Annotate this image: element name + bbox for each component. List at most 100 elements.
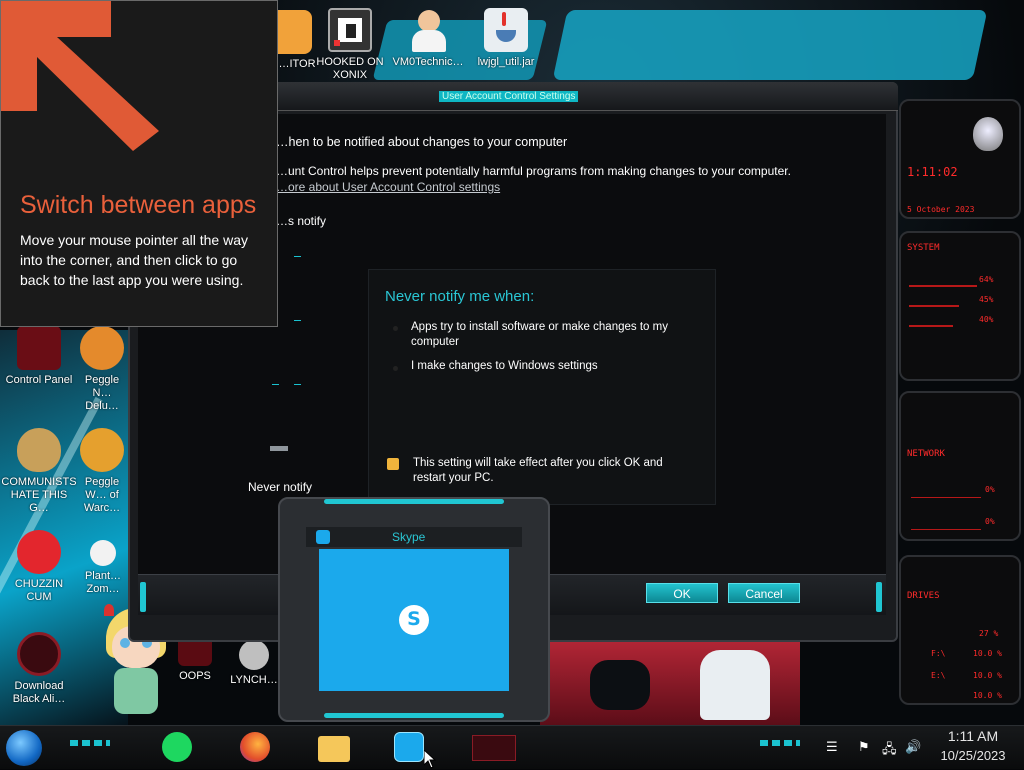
cancel-button[interactable]: Cancel [728,583,800,603]
e-drive-label: E:\ [931,671,946,680]
desktop-icon-label: LYNCH… [230,674,278,686]
taskbar-accent [70,740,110,746]
slider-top-label: …s notify [276,214,327,228]
volume-icon[interactable]: 🔊 [905,740,921,755]
f-drive-label: F:\ [931,649,946,658]
skype-logo-icon: S [399,605,429,635]
net-graph [911,497,981,498]
f-drive-value: 10.0 % [973,671,1002,680]
java-icon [484,8,528,52]
taskbar-time[interactable]: 1:11 AM [928,728,1018,744]
desktop-icon-label: Control Panel [5,374,73,386]
network-icon[interactable]: 🖧 [882,740,897,762]
taskbar: ☰ ⚑ 🖧 🔊 1:11 AM 10/25/2023 [0,725,1024,769]
mem-value: 45% [979,295,994,304]
slider-thumb[interactable] [270,446,288,451]
action-center-flag-icon[interactable]: ⚑ [858,740,870,755]
taskbar-skype[interactable] [394,732,428,764]
drives-label: DRIVES [907,591,940,601]
desktop-icon-peggle-warcraft[interactable]: Peggle W… of Warc… [76,428,128,515]
desktop-icon-label: Download Black Ali… [12,680,66,705]
widget-date: 5 October 2023 [907,205,975,214]
info-bullet-settings: I make changes to Windows settings [411,360,598,372]
alienware-taskbar-icon [472,735,516,761]
uac-heading: …hen to be notified about changes to you… [276,135,568,149]
mem-bar [909,305,959,307]
uac-learn-more-link[interactable]: …ore about User Account Control settings [276,180,500,194]
uac-info-box: Never notify me when: Apps try to instal… [368,269,716,505]
desktop-icon-label: Plant… Zom… [84,570,122,595]
desktop-icon-download-black-alienware[interactable]: Download Black Ali… [1,632,77,706]
clock-panel: 1:11:02 5 October 2023 [899,99,1021,219]
start-orb-icon[interactable] [6,730,42,766]
system-panel: SYSTEM 64% 45% 40% [899,231,1021,381]
net-up-value: 0% [985,485,995,494]
info-bullet-install: Apps try to install software or make cha… [411,321,668,348]
show-hidden-icons-icon[interactable]: ☰ [826,740,838,755]
frame-accent [324,713,504,718]
c-drive-value: 27 % [979,629,999,638]
taskbar-alienware[interactable] [472,732,516,764]
skype-splash: S [319,549,509,691]
system-monitor-widget: 1:11:02 5 October 2023 SYSTEM 64% 45% 40… [895,85,1024,725]
alien-head-icon[interactable] [973,117,1003,151]
taskbar-file-explorer[interactable] [318,732,352,764]
desktop-icon-label: COMMUNISTS HATE THIS G… [1,476,77,514]
desktop-icon-hooked-on-xonix[interactable]: HOOKED ON XONIX [312,8,388,82]
network-panel: NETWORK 0% 0% [899,391,1021,541]
system-label: SYSTEM [907,243,940,253]
cpu-value: 64% [979,275,994,284]
slider-bottom-label: Never notify [248,480,313,494]
frame-accent [324,499,504,504]
money-bag-icon [17,428,61,472]
spotify-icon [162,732,192,762]
bullet-icon [393,366,398,371]
desktop-icon-vm0technic[interactable]: VM0Technic… [390,8,466,69]
tip-body: Move your mouse pointer all the way into… [20,232,248,288]
desktop-icon-plants-zombies[interactable]: Plant… Zom… [78,530,128,596]
net-down-value: 0% [985,517,995,526]
disk-bar [909,325,953,327]
desktop-icon-label: Peggle W… of Warc… [83,476,121,514]
firefox-icon [240,732,270,762]
slider-tick [294,256,301,257]
slider-tick [272,384,279,385]
xonix-game-icon [328,8,372,52]
arrow-up-left-icon [1,1,159,151]
net-graph [911,529,981,530]
taskbar-date[interactable]: 10/25/2023 [928,748,1018,763]
chuzzle-icon [17,530,61,574]
skype-title: Skype [392,530,426,544]
desktop-icon-label: HOOKED ON XONIX [316,56,384,81]
slider-tick [294,384,301,385]
desktop-icon-lwjgl-util[interactable]: lwjgl_util.jar [468,8,544,69]
cpu-bar [909,285,977,287]
desktop-icon-control-panel[interactable]: Control Panel [1,326,77,387]
d-drive-value: 10.0 % [973,649,1002,658]
uac-notify-slider[interactable] [270,244,316,454]
switch-apps-tip[interactable]: Switch between apps Move your mouse poin… [0,0,278,327]
skype-title-bar[interactable]: Skype [306,527,522,547]
control-panel-icon [17,326,61,370]
uac-window-title: User Account Control Settings [439,91,579,102]
e-drive-value: 10.0 % [973,691,1002,700]
info-box-title: Never notify me when: [385,288,535,305]
desktop-icon-label: VM0Technic… [392,56,464,68]
alienware-icon [17,632,61,676]
frame-accent [140,582,146,612]
desktop-icon-communists[interactable]: COMMUNISTS HATE THIS G… [1,428,77,515]
doctor-avatar-icon [406,8,450,52]
desktop-icon-label: lwjgl_util.jar [477,56,535,68]
skype-window[interactable]: Skype S [278,497,550,722]
desktop-icon-chuzzin[interactable]: CHUZZIN CUM [1,530,77,604]
warning-shield-icon [387,458,399,470]
taskbar-spotify[interactable] [162,732,196,764]
desktop-icon-peggle-nights[interactable]: Peggle N… Delu… [76,326,128,413]
ok-button[interactable]: OK [646,583,718,603]
skype-icon [394,732,424,762]
drives-panel: DRIVES 27 % 10.0 % F:\ 10.0 % E:\ 10.0 % [899,555,1021,705]
desktop-icon-label: OOPS [179,670,211,682]
peggle-warcraft-icon [80,428,124,472]
lynch-app-icon [239,640,269,670]
taskbar-firefox[interactable] [240,732,274,764]
